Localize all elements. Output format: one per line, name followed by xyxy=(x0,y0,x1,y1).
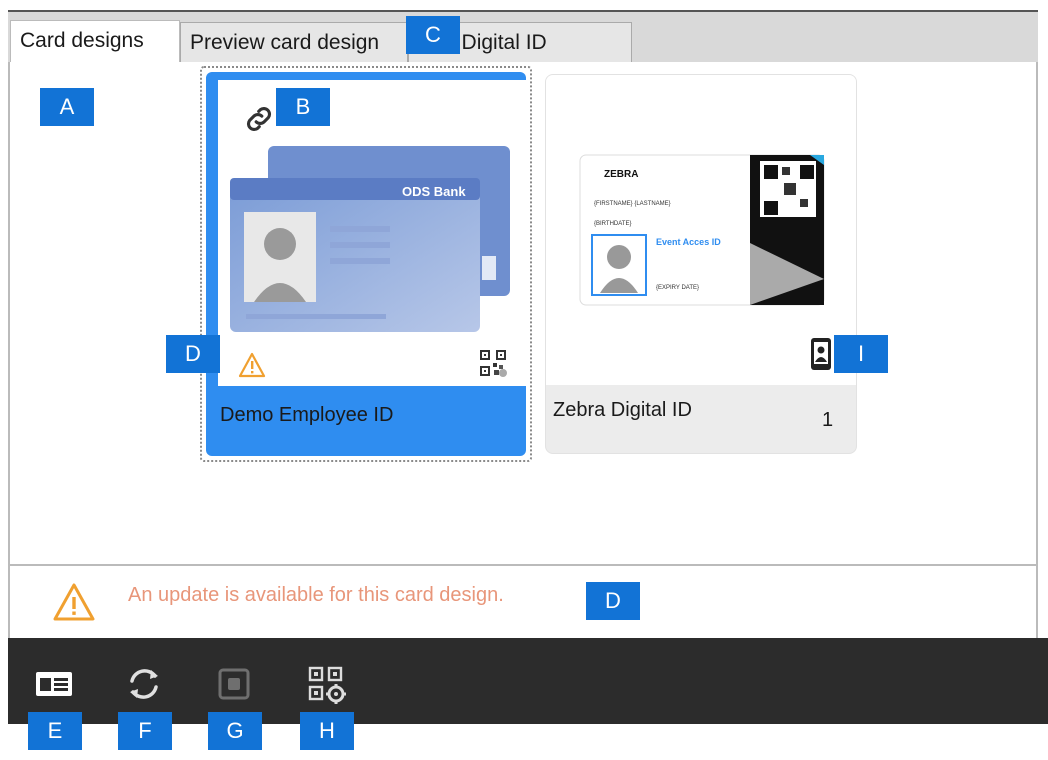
refresh-button[interactable] xyxy=(120,660,168,708)
callout-marker-e: E xyxy=(28,712,82,750)
card-count: 1 xyxy=(822,409,834,431)
refresh-icon xyxy=(130,669,158,699)
window-top xyxy=(0,0,1048,10)
callout-marker-i: I xyxy=(834,335,888,373)
card-label: Demo Employee ID xyxy=(220,404,394,426)
callout-marker-c: C xyxy=(406,16,460,54)
qr-code-icon xyxy=(480,350,507,377)
callout-marker-f: F xyxy=(118,712,172,750)
callout-marker-d: D xyxy=(586,582,640,620)
link-icon xyxy=(246,106,272,132)
expiry-field: {EXPIRY DATE} xyxy=(656,285,699,291)
zebra-digital-id-image: ZEBRA {FIRSTNAME} {LASTNAME} {BIRTHDATE}… xyxy=(579,154,825,306)
encode-button[interactable] xyxy=(210,660,258,708)
card-icon xyxy=(36,672,72,696)
demo-employee-id-image: ODS Bank xyxy=(230,146,510,332)
card-designs-button[interactable] xyxy=(30,660,78,708)
warning-icon xyxy=(53,583,95,621)
warning-icon xyxy=(238,352,266,378)
card-selection-highlight: ODS Bank Demo Employee ID xyxy=(206,72,526,456)
mobile-id-icon xyxy=(811,338,831,370)
tab-preview-card-design[interactable]: Preview card design xyxy=(180,22,408,64)
name-field: {FIRSTNAME} {LASTNAME} xyxy=(594,201,671,207)
card-zebra-digital-id[interactable]: ZEBRA {FIRSTNAME} {LASTNAME} {BIRTHDATE}… xyxy=(545,74,857,454)
callout-marker-d: D xyxy=(166,335,220,373)
qr-settings-icon xyxy=(308,666,346,704)
card-thumbnail: ODS Bank xyxy=(218,80,526,386)
tab-bar: Card designs Preview card design Preview… xyxy=(8,10,1038,64)
callout-marker-b: B xyxy=(276,88,330,126)
event-text: Event Acces ID xyxy=(656,237,721,247)
zebra-brand: ZEBRA xyxy=(604,169,638,180)
update-available-message: An update is available for this card des… xyxy=(128,584,504,606)
callout-marker-g: G xyxy=(208,712,262,750)
chip-icon xyxy=(218,668,250,700)
tab-card-designs[interactable]: Card designs xyxy=(10,20,180,64)
callout-marker-a: A xyxy=(40,88,94,126)
birth-field: {BIRTHDATE} xyxy=(594,221,631,227)
card-label: Zebra Digital ID xyxy=(553,399,692,421)
card-thumbnail: ZEBRA {FIRSTNAME} {LASTNAME} {BIRTHDATE}… xyxy=(546,75,856,385)
bank-name: ODS Bank xyxy=(402,184,466,199)
qr-settings-button[interactable] xyxy=(302,660,350,708)
status-area: An update is available for this card des… xyxy=(8,566,1038,638)
card-demo-employee-id[interactable]: ODS Bank Demo Employee ID xyxy=(200,66,532,462)
callout-marker-h: H xyxy=(300,712,354,750)
